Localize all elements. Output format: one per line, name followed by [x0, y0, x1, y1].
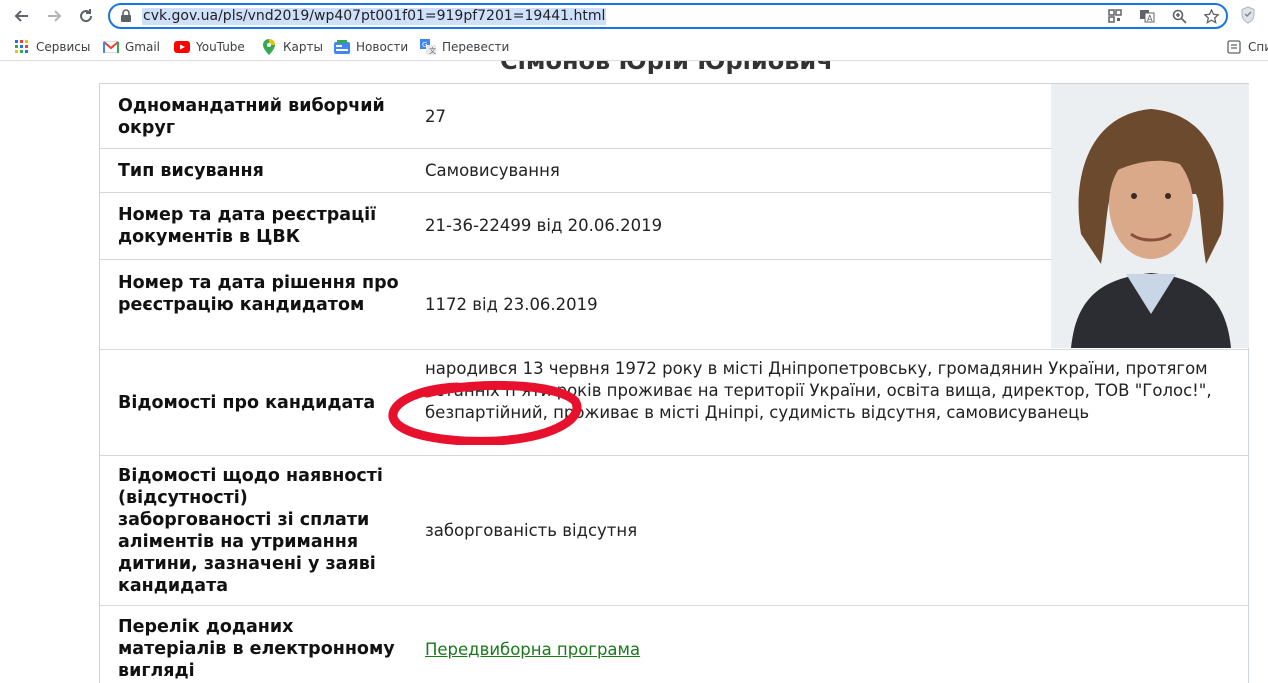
bookmark-label: Карты	[283, 40, 323, 54]
candidate-info-table: Одномандатний виборчий округ 27 Тип вису…	[99, 83, 1249, 683]
bookmark-label: YouTube	[196, 40, 245, 54]
candidate-photo	[1051, 84, 1249, 348]
maps-pin-icon	[261, 39, 277, 55]
bookmark-news[interactable]: Новости	[334, 39, 408, 55]
row-label: Відомості щодо наявності (відсутності) з…	[118, 466, 383, 596]
row-label: Номер та дата реєстрації документів в ЦВ…	[118, 205, 377, 247]
page-content: Сімонов Юрій Юрійович Одномандатний вибо…	[0, 61, 1268, 683]
row-label: Перелік доданих матеріалів в електронном…	[118, 617, 395, 681]
bookmark-label: Gmail	[125, 40, 161, 54]
browser-toolbar: cvk.gov.ua/pls/vnd2019/wp407pt001f01=919…	[0, 0, 1268, 32]
news-icon	[334, 39, 350, 55]
forward-button[interactable]	[42, 4, 66, 28]
bookmark-label: Сервисы	[36, 40, 91, 54]
youtube-icon	[174, 39, 190, 55]
row-value: 27	[425, 107, 446, 126]
url-text[interactable]: cvk.gov.ua/pls/vnd2019/wp407pt001f01=919…	[142, 8, 607, 25]
reload-button[interactable]	[74, 4, 98, 28]
translate-page-icon[interactable]: A	[1138, 7, 1156, 25]
table-row: Перелік доданих матеріалів в електронном…	[100, 606, 1248, 683]
zoom-icon[interactable]	[1170, 7, 1188, 25]
bookmark-translate[interactable]: G文 Перевести	[420, 39, 509, 55]
reading-list[interactable]: Спи	[1226, 39, 1268, 55]
candidate-name-heading: Сімонов Юрій Юрійович	[500, 61, 833, 75]
back-button[interactable]	[10, 4, 34, 28]
svg-text:A: A	[1147, 14, 1153, 23]
row-value: 21-36-22499 від 20.06.2019	[425, 216, 663, 235]
bookmark-star-icon[interactable]	[1202, 7, 1220, 25]
table-row: Відомості щодо наявності (відсутності) з…	[100, 456, 1248, 606]
table-row: Відомості про кандидата народився 13 чер…	[100, 350, 1248, 456]
address-bar[interactable]: cvk.gov.ua/pls/vnd2019/wp407pt001f01=919…	[108, 3, 1228, 29]
bookmark-label: Новости	[356, 40, 409, 54]
row-value: народився 13 червня 1972 року в місті Дн…	[425, 359, 1212, 422]
row-value: Самовисування	[425, 161, 560, 180]
row-label: Номер та дата рішення про реєстрацію кан…	[118, 273, 399, 315]
row-value: заборгованість відсутня	[425, 521, 638, 540]
svg-text:文: 文	[429, 46, 436, 55]
reading-list-icon	[1226, 39, 1242, 55]
row-label: Одномандатний виборчий округ	[118, 96, 385, 138]
gmail-icon	[103, 39, 119, 55]
lock-icon	[121, 9, 131, 22]
translate-icon: G文	[420, 39, 436, 55]
shield-icon	[1241, 6, 1255, 24]
portrait-image	[1051, 84, 1249, 348]
bookmark-youtube[interactable]: YouTube	[174, 39, 245, 55]
svg-text:G: G	[422, 41, 427, 49]
row-label: Відомості про кандидата	[118, 393, 376, 413]
bookmark-label: Перевести	[442, 40, 510, 54]
row-value: 1172 від 23.06.2019	[425, 295, 598, 314]
reading-list-label: Спи	[1248, 40, 1268, 54]
forward-arrow-icon	[48, 10, 62, 22]
extension-button[interactable]	[1240, 6, 1256, 28]
bookmarks-bar: Сервисы Gmail YouTube Карты Новости G文 П…	[0, 34, 1268, 61]
campaign-program-link[interactable]: Передвиборна програма	[425, 639, 640, 661]
bookmark-gmail[interactable]: Gmail	[103, 39, 160, 55]
qr-code-icon[interactable]	[1106, 7, 1124, 25]
campaign-program-link-cell: Передвиборна програма	[425, 639, 640, 661]
apps-grid-icon	[14, 39, 30, 55]
bookmark-maps[interactable]: Карты	[261, 39, 323, 55]
back-arrow-icon	[14, 10, 28, 22]
row-label: Тип висування	[118, 161, 264, 181]
reload-icon	[80, 9, 93, 23]
bookmark-services[interactable]: Сервисы	[14, 39, 90, 55]
